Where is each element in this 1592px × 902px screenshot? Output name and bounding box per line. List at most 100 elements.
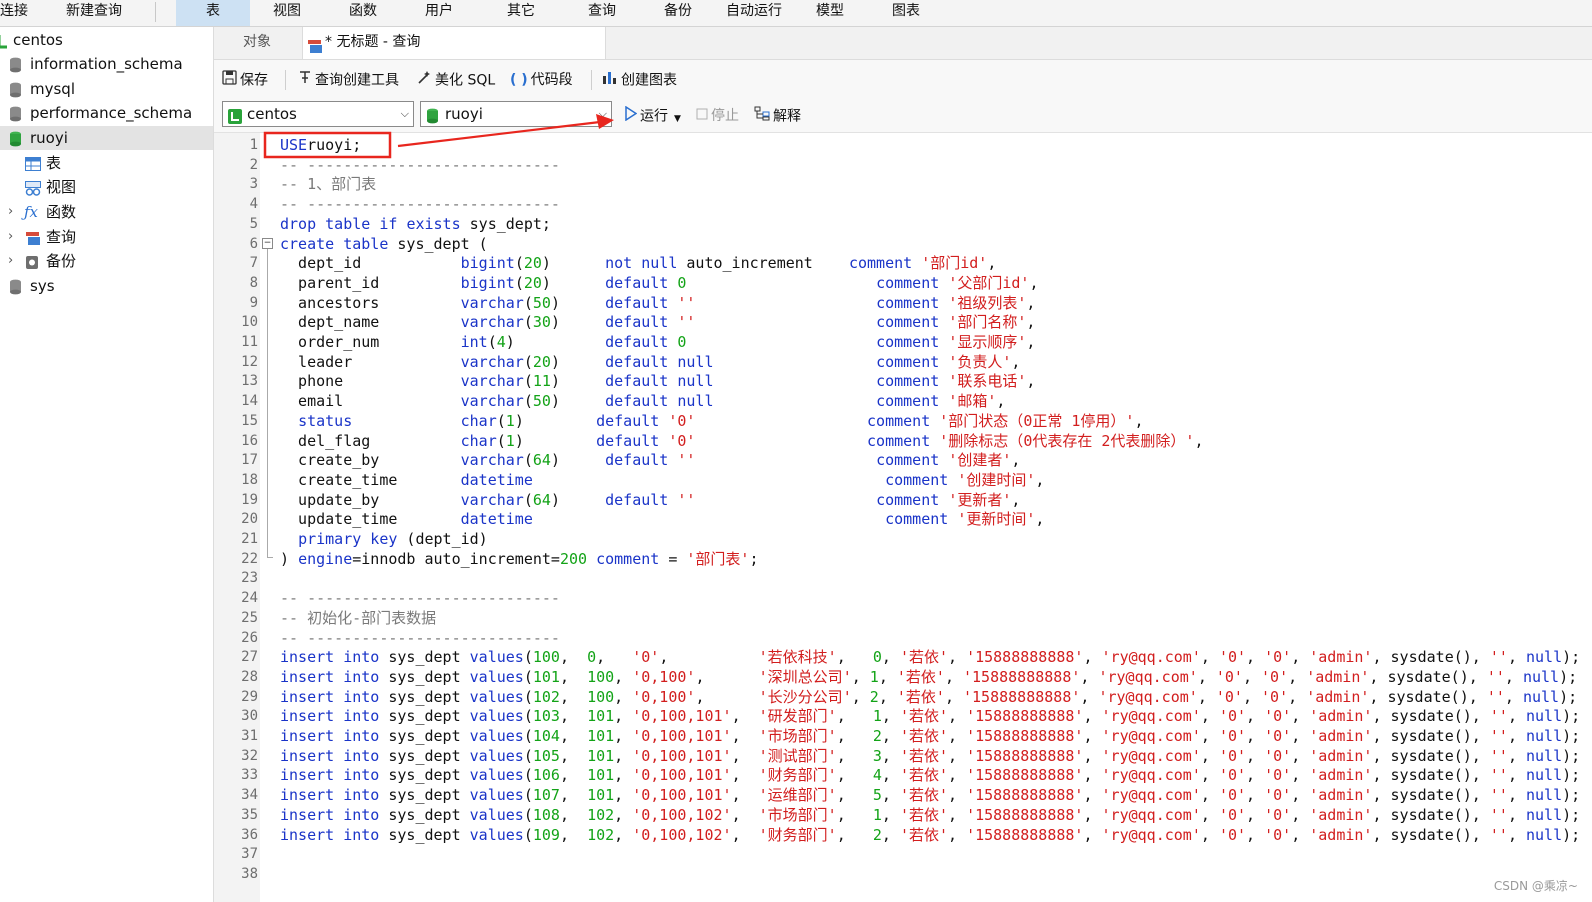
code-token: null	[1526, 648, 1563, 667]
menu-query[interactable]: 查询	[588, 0, 628, 26]
code-token: ''	[677, 451, 696, 470]
tab-objects[interactable]: 对象	[214, 27, 300, 59]
code-token: ,	[559, 746, 588, 765]
code-line: create table sys_dept (	[280, 235, 488, 255]
menu-backup[interactable]: 备份	[664, 0, 704, 26]
sql-editor[interactable]: 1 2 3 4 5 6 7 8 9 10 11 12 13 14 15 16 17 18 19 20 21 22 23 24 2…	[214, 133, 1592, 902]
line-number: 9	[249, 294, 258, 311]
run-button[interactable]: 运行 ▼	[624, 105, 681, 128]
save-button[interactable]: 保存	[222, 70, 268, 92]
tree-tables[interactable]: 表	[0, 151, 213, 175]
run-dropdown-icon[interactable]: ▼	[674, 114, 681, 124]
code-snippet-button[interactable]: ( ) 代码段	[510, 70, 573, 92]
code-token: )	[541, 254, 606, 273]
query-builder-button[interactable]: 查询创建工具	[298, 70, 399, 92]
save-icon	[222, 70, 237, 91]
code-token: ,	[731, 825, 759, 844]
tab-untitled-query[interactable]: * 无标题 - 查询	[302, 27, 606, 59]
stop-button[interactable]: 停止	[696, 106, 739, 128]
code-token: ,	[1507, 727, 1526, 745]
code-token: insert	[280, 746, 335, 765]
tree-views[interactable]: 视图	[0, 175, 213, 199]
code-token: 20	[523, 254, 542, 273]
tree-db-sys[interactable]: sys	[0, 274, 213, 298]
menu-function[interactable]: 函数	[349, 0, 389, 26]
line-number: 1	[249, 137, 258, 153]
explain-button[interactable]: 解释	[754, 106, 801, 128]
code-token: ,	[881, 805, 900, 824]
tree-queries[interactable]: › 查询	[0, 225, 213, 249]
menu-user[interactable]: 用户	[425, 0, 465, 26]
code-token: )	[550, 352, 606, 371]
code-token: ,	[836, 805, 873, 824]
menu-automation[interactable]: 自动运行	[726, 0, 796, 26]
code-token: drop	[280, 214, 317, 233]
code-token: ,	[1080, 687, 1099, 706]
menu-other[interactable]: 其它	[507, 0, 547, 26]
function-icon: ƒx	[24, 203, 39, 221]
tree-db-information-schema[interactable]: information_schema	[0, 52, 213, 76]
code-token: )	[505, 333, 606, 351]
code-token: ,	[731, 805, 759, 824]
menu-model[interactable]: 模型	[816, 0, 856, 26]
menu-view[interactable]: 视图	[273, 0, 313, 26]
chevron-right-icon[interactable]: ›	[8, 249, 13, 273]
code-token: 4	[872, 766, 882, 785]
tree-db-ruoyi[interactable]: ruoyi	[0, 126, 213, 150]
code-token: ''	[1489, 648, 1508, 667]
code-token: ,	[1291, 805, 1310, 824]
beautify-sql-button[interactable]: 美化 SQL	[417, 70, 495, 92]
menu-connect[interactable]: 连接	[0, 0, 40, 26]
code-token: ,	[1200, 746, 1219, 765]
tree-functions[interactable]: › ƒx 函数	[0, 200, 213, 224]
tree-label: 函数	[46, 203, 77, 221]
code-token: ,	[1011, 451, 1021, 470]
code-token: comment	[876, 451, 940, 470]
menu-divider	[155, 2, 156, 22]
fold-toggle-icon[interactable]: −	[262, 238, 273, 249]
menu-new-query[interactable]: 新建查询	[66, 0, 136, 26]
tree-db-performance-schema[interactable]: performance_schema	[0, 101, 213, 125]
chevron-right-icon[interactable]: ›	[8, 225, 13, 249]
line-number: 30	[241, 708, 258, 725]
code-token: ,	[1291, 766, 1310, 785]
tree-backups[interactable]: › 备份	[0, 249, 213, 273]
code-token: );	[1562, 766, 1581, 785]
code-token: ,	[1504, 667, 1523, 686]
tree-connection-centos[interactable]: centos	[0, 28, 213, 52]
code-token: ,	[836, 648, 873, 667]
code-token: leader	[280, 352, 461, 371]
code-token: (	[523, 352, 533, 371]
code-token: default null	[605, 352, 714, 371]
code-token: ,	[1026, 372, 1036, 391]
code-token: into	[343, 667, 380, 686]
tree-label: centos	[13, 31, 63, 49]
menu-table[interactable]: 表	[176, 0, 250, 26]
code-token: );	[1562, 648, 1581, 667]
connection-select[interactable]: centos ⌵	[222, 101, 414, 127]
line-number: 27	[241, 649, 258, 666]
code-token: 'ry@qq.com'	[1098, 687, 1198, 706]
menu-chart[interactable]: 图表	[892, 0, 932, 26]
code-token: '若依'	[899, 707, 948, 726]
database-select[interactable]: ruoyi ⌵	[420, 101, 612, 127]
chevron-right-icon[interactable]: ›	[8, 200, 13, 224]
code-token: ''	[1489, 746, 1508, 765]
create-chart-button[interactable]: 创建图表	[602, 70, 677, 92]
code-token: comment	[885, 510, 949, 529]
code-token: ,	[614, 825, 633, 844]
code-token: insert	[280, 727, 335, 745]
code-token: insert	[280, 667, 335, 686]
code-token: ,	[1291, 707, 1310, 726]
tree-db-mysql[interactable]: mysql	[0, 77, 213, 101]
line-number: 5	[249, 215, 258, 232]
code-token: '若依'	[899, 727, 948, 745]
